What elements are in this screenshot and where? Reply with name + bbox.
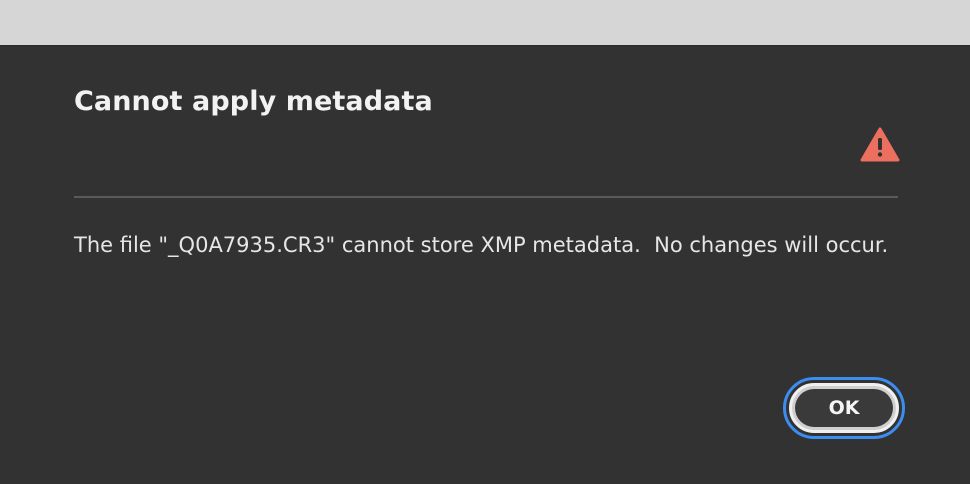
ok-button[interactable]: OK	[789, 383, 899, 433]
window-backdrop-strip	[0, 0, 970, 46]
title-divider	[74, 196, 898, 198]
ok-button-label: OK	[828, 397, 860, 419]
dialog-message: The file "_Q0A7935.CR3" cannot store XMP…	[74, 233, 889, 257]
dialog-title: Cannot apply metadata	[74, 86, 433, 117]
warning-icon	[860, 127, 900, 163]
